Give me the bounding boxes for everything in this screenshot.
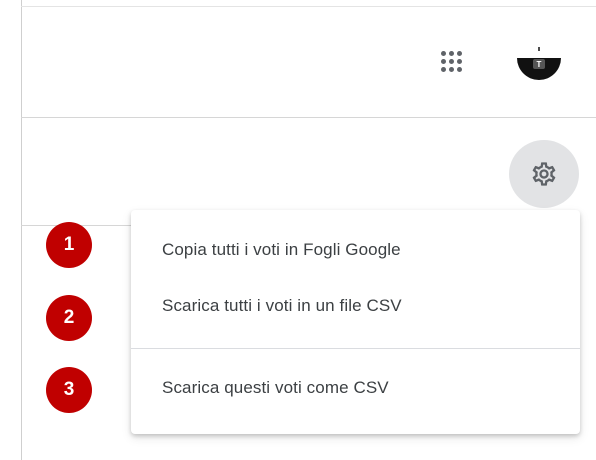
settings-menu: Copia tutti i voti in Fogli Google Scari… [131,210,580,434]
apps-grid-dot [457,59,462,64]
header-divider [21,117,596,118]
gear-icon [532,162,556,186]
frame-border-left [21,0,22,460]
apps-grid-dot [449,67,454,72]
menu-item-copy-to-sheets[interactable]: Copia tutti i voti in Fogli Google [131,224,580,276]
menu-item-label: Scarica questi voti come CSV [162,378,389,397]
settings-button[interactable] [509,140,579,208]
apps-grid-icon[interactable] [434,44,468,78]
apps-grid-dot [449,59,454,64]
page: T Copia tutti i voti in Fogli Google Sca… [0,0,596,460]
callout-badge-3: 3 [46,367,92,413]
menu-item-label: Copia tutti i voti in Fogli Google [162,240,401,259]
menu-item-download-these-csv[interactable]: Scarica questi voti come CSV [131,362,580,414]
apps-grid-dot [441,67,446,72]
frame-border-top [21,6,596,7]
callout-badge-1: 1 [46,222,92,268]
apps-grid-dot [441,59,446,64]
svg-text:T: T [537,60,542,69]
apps-grid-dot [449,51,454,56]
account-avatar-icon[interactable]: T [514,44,564,84]
apps-grid-dot [457,67,462,72]
avatar-graphic: T [517,47,561,80]
callout-badge-2: 2 [46,295,92,341]
apps-grid-dot [441,51,446,56]
apps-grid-dot [457,51,462,56]
menu-item-download-all-csv[interactable]: Scarica tutti i voti in un file CSV [131,280,580,332]
menu-divider [131,348,580,349]
menu-item-label: Scarica tutti i voti in un file CSV [162,296,402,315]
